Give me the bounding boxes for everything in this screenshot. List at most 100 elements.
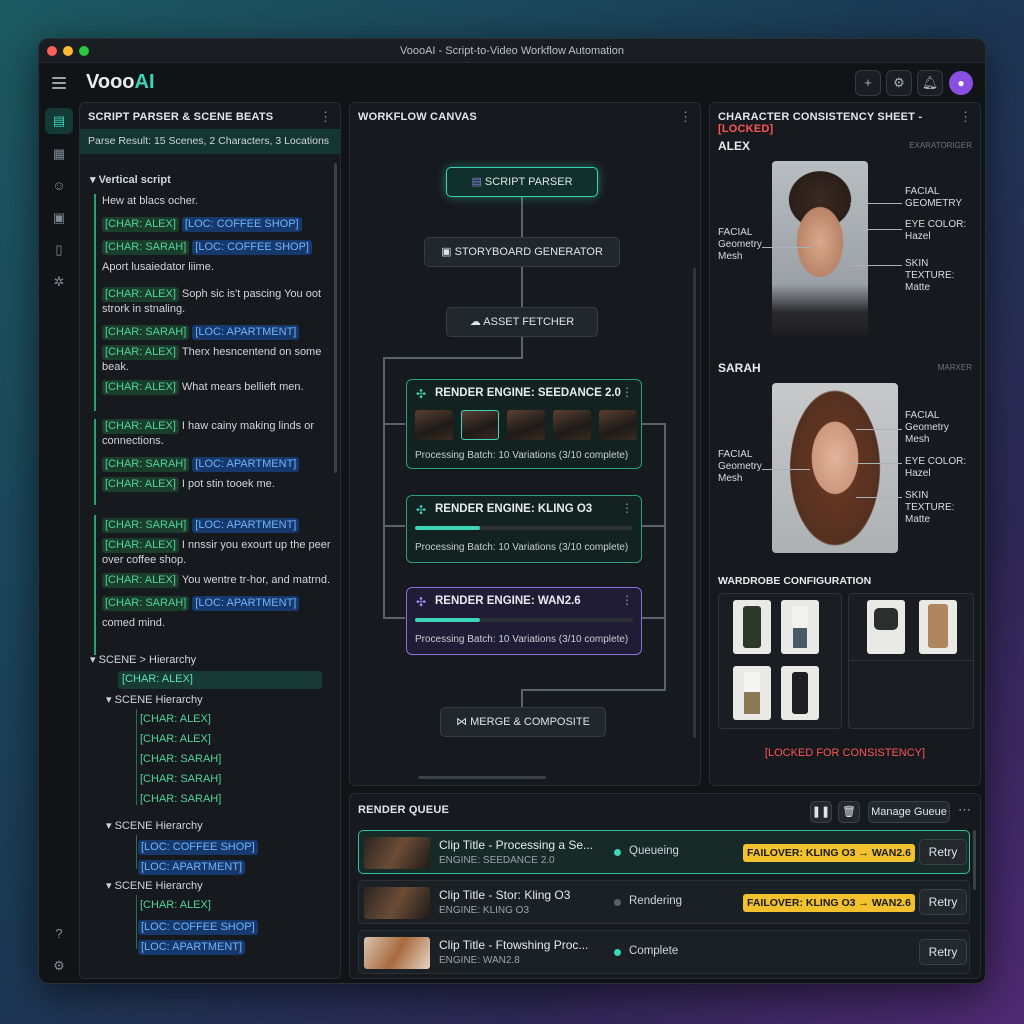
characters-icon[interactable]: ☺ [45,173,73,199]
menu-icon[interactable] [52,77,66,92]
more-options-icon[interactable]: ⋮ [621,501,633,515]
more-options-icon[interactable]: ⋮ [959,109,972,125]
queue-row[interactable]: Clip Title - Processing a Se... ENGINE: … [358,830,970,874]
wardrobe-item[interactable] [781,666,819,720]
retry-button[interactable]: Retry [919,839,967,865]
variation-thumbnail[interactable] [415,410,453,440]
mesh-label: FACIAL Geometry Mesh [718,227,762,262]
tree-item[interactable]: [LOC: APARTMENT] [138,940,246,955]
char-tag[interactable]: [CHAR: ALEX] [102,477,179,492]
more-options-icon[interactable]: ⋮ [621,385,633,399]
queue-row[interactable]: Clip Title - Ftowshing Proc... ENGINE: W… [358,930,970,974]
wardrobe-item[interactable] [867,600,905,654]
scene-hierarchy-root[interactable]: ▾ SCENE > Hierarchy [90,653,196,666]
wardrobe-alex [718,593,842,729]
canvas-vertical-scrollbar[interactable] [693,268,696,738]
char-tag[interactable]: [CHAR: SARAH] [102,240,190,255]
loc-tag[interactable]: [LOC: COFFEE SHOP] [192,240,312,255]
wardrobe-item[interactable] [919,600,957,654]
loc-tag[interactable]: [LOC: APARTMENT] [192,518,300,533]
render-engine-wan-node[interactable]: ✣ RENDER ENGINE: WAN2.6 ⋮ Processing Bat… [406,587,642,655]
more-options-icon[interactable]: ⋯ [958,802,971,818]
clip-status: Rendering [629,895,683,907]
alex-face-portrait[interactable] [772,161,868,337]
pause-button[interactable]: ❚❚ [810,801,832,823]
bell-icon[interactable]: 🔔︎ [917,70,943,96]
queue-row[interactable]: Clip Title - Stor: Kling O3 ENGINE: KLIN… [358,880,970,924]
library-book-icon[interactable]: ▯ [45,237,73,263]
more-options-icon[interactable]: ⋮ [621,593,633,607]
tree-item[interactable]: [CHAR: ALEX] [140,733,211,745]
manage-queue-button[interactable]: Manage Gueue [868,801,950,823]
help-icon[interactable]: ? [45,921,73,947]
sarah-face-portrait[interactable] [772,383,898,553]
char-tag[interactable]: [CHAR: ALEX] [102,573,179,588]
tree-item[interactable]: [CHAR: ALEX] [140,713,211,725]
merge-composite-node[interactable]: ⋈ MERGE & COMPOSITE [440,707,606,737]
render-engine-kling-node[interactable]: ✣ RENDER ENGINE: KLING O3 ⋮ Processing B… [406,495,642,563]
tree-item-selected[interactable]: [CHAR: ALEX] [118,671,322,689]
character-tag: EXARATORIGER [909,141,972,150]
char-tag[interactable]: [CHAR: SARAH] [102,457,190,472]
script-document-icon[interactable]: ▤ [45,108,73,134]
clip-status: Complete [629,945,679,957]
more-options-icon[interactable]: ⋮ [319,109,332,125]
script-parser-node[interactable]: ▤ SCRIPT PARSER [446,167,598,197]
storyboard-icon: ▣ [441,246,452,258]
tree-item[interactable]: [CHAR: ALEX] [140,899,211,911]
wardrobe-item[interactable] [733,600,771,654]
variation-thumbnail[interactable] [507,410,545,440]
tree-item[interactable]: [CHAR: SARAH] [140,773,221,785]
render-engine-seedance-node[interactable]: ✣ RENDER ENGINE: SEEDANCE 2.0 ⋮ Processi… [406,379,642,469]
queue-scrollbar[interactable] [973,830,976,890]
scene-hierarchy-1[interactable]: ▾ SCENE Hierarchy [106,693,203,706]
canvas-horizontal-scrollbar[interactable] [418,776,546,779]
loc-tag[interactable]: [LOC: COFFEE SHOP] [181,217,302,232]
loc-tag[interactable]: [LOC: APARTMENT] [192,457,300,472]
variation-thumbnail[interactable] [461,410,499,440]
loc-tag[interactable]: [LOC: APARTMENT] [192,325,300,340]
parse-result-banner: Parse Result: 15 Scenes, 2 Characters, 3… [80,129,340,154]
tree-item[interactable]: [CHAR: SARAH] [140,753,221,765]
variation-thumbnail[interactable] [553,410,591,440]
storyboard-generator-node[interactable]: ▣ STORYBOARD GENERATOR [424,237,620,267]
char-tag[interactable]: [CHAR: ALEX] [102,287,179,302]
scrollbar[interactable] [334,163,337,473]
wardrobe-item[interactable] [733,666,771,720]
window-title: VoooAI - Script-to-Video Workflow Automa… [400,45,624,57]
canvas-title: WORKFLOW CANVAS [358,111,477,123]
char-tag[interactable]: [CHAR: ALEX] [102,419,179,434]
gear-icon[interactable]: ⚙ [886,70,912,96]
user-avatar[interactable]: ● [949,71,973,95]
retry-button[interactable]: Retry [919,939,967,965]
app-logo: VoooAI [86,71,155,93]
scene-hierarchy-2[interactable]: ▾ SCENE Hierarchy [106,819,203,832]
dialogue-text: You wentre tr-hor, and matrnd. [181,574,331,586]
retry-button[interactable]: Retry [919,889,967,915]
wardrobe-item[interactable] [781,600,819,654]
tree-item[interactable]: [LOC: COFFEE SHOP] [138,920,258,935]
add-icon[interactable]: + [855,70,881,96]
variation-thumbnail[interactable] [599,410,637,440]
settings-icon[interactable]: ✲ [45,269,73,295]
char-tag[interactable]: [CHAR: SARAH] [102,596,190,611]
scene-hierarchy-3[interactable]: ▾ SCENE Hierarchy [106,879,203,892]
tree-item[interactable]: [LOC: COFFEE SHOP] [138,840,258,855]
merge-icon: ⋈ [456,716,468,728]
loc-tag[interactable]: [LOC: APARTMENT] [192,596,300,611]
assets-icon[interactable]: ▣ [45,205,73,231]
preferences-gear-icon[interactable]: ⚙ [45,953,73,979]
storyboard-icon[interactable]: ▦ [45,141,73,167]
trash-icon[interactable]: 🗑︎ [838,801,860,823]
char-tag[interactable]: [CHAR: ALEX] [102,345,179,360]
asset-fetcher-node[interactable]: ☁ ASSET FETCHER [446,307,598,337]
char-tag[interactable]: [CHAR: SARAH] [102,518,190,533]
char-tag[interactable]: [CHAR: ALEX] [102,217,179,232]
section-vertical-script[interactable]: ▾ Vertical script [90,173,171,188]
more-options-icon[interactable]: ⋮ [679,109,692,125]
tree-item[interactable]: [CHAR: SARAH] [140,793,221,805]
char-tag[interactable]: [CHAR: ALEX] [102,380,179,395]
tree-item[interactable]: [LOC: APARTMENT] [138,860,246,875]
char-tag[interactable]: [CHAR: SARAH] [102,325,190,340]
char-tag[interactable]: [CHAR: ALEX] [102,538,179,553]
